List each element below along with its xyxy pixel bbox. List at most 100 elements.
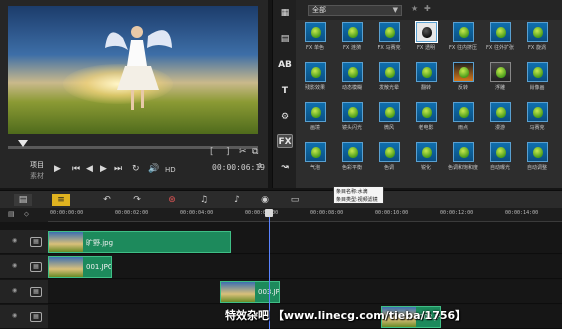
effect-thumbnail[interactable] <box>342 142 363 162</box>
effect-thumbnail[interactable] <box>490 62 511 82</box>
effect-thumbnail[interactable] <box>453 102 474 122</box>
favorite-star-icon[interactable]: ★ <box>411 4 418 13</box>
scrub-bar[interactable] <box>8 140 258 150</box>
overlay-track-icon[interactable]: ▦ <box>30 312 42 322</box>
auto-music-icon[interactable]: ♪ <box>230 194 244 206</box>
effect-icon <box>422 107 432 118</box>
overlay-track-icon[interactable]: ▦ <box>30 287 42 297</box>
category-dropdown[interactable]: 全部 ▼ <box>308 5 402 16</box>
scrub-handle[interactable] <box>18 140 28 147</box>
timeline-clip[interactable]: 003.JPG <box>220 281 280 303</box>
track-lane[interactable] <box>48 255 562 279</box>
redo-icon[interactable]: ↷ <box>130 194 144 206</box>
effect-thumbnail[interactable] <box>305 62 326 82</box>
effect-icon <box>533 107 543 118</box>
home-icon[interactable]: ⏮ <box>72 164 80 174</box>
effect-thumbnail[interactable] <box>342 102 363 122</box>
effect-label: FX 往内挤压 <box>449 45 477 51</box>
effect-thumbnail[interactable] <box>527 62 548 82</box>
effect-thumbnail[interactable] <box>379 102 400 122</box>
effect-thumbnail[interactable] <box>453 62 474 82</box>
track-visibility-icon[interactable]: ◉ <box>12 262 17 269</box>
mark-out-button[interactable]: ] <box>226 147 230 157</box>
track-lane[interactable] <box>48 280 562 304</box>
filter-fx-icon[interactable]: FX <box>277 134 293 148</box>
add-chapter-icon[interactable]: ⬦ <box>24 210 29 219</box>
effect-thumbnail[interactable] <box>305 22 326 42</box>
track-header[interactable]: ▦ ◉ <box>0 255 48 279</box>
timeline-clip[interactable]: 旷野.jpg <box>48 231 231 253</box>
track-header[interactable]: ▦ ◉ <box>0 230 48 254</box>
effect-thumbnail[interactable] <box>342 62 363 82</box>
clip-thumbnail <box>49 232 83 252</box>
play-icon[interactable]: ▶ <box>54 164 61 174</box>
transition-icon[interactable]: AB <box>277 58 293 72</box>
effect-thumbnail[interactable] <box>379 62 400 82</box>
playhead-handle[interactable] <box>265 209 273 217</box>
effect-label: 自动曝光 <box>489 165 510 171</box>
hd-toggle[interactable]: HD <box>165 166 176 174</box>
timeline-view-icon[interactable]: ≡ <box>52 194 70 206</box>
track-header[interactable]: ▦ ◉ <box>0 305 48 329</box>
effect-thumbnail[interactable] <box>527 22 548 42</box>
track-manager-icon[interactable]: ▤ <box>8 210 15 218</box>
track-header[interactable]: ▦ ◉ <box>0 280 48 304</box>
title-icon[interactable]: T <box>277 84 293 98</box>
effect-thumbnail[interactable] <box>415 21 438 43</box>
volume-icon[interactable]: 🔊 <box>148 164 159 174</box>
prev-frame-icon[interactable]: ◀ <box>86 164 93 174</box>
effect-icon <box>496 107 506 118</box>
effect-thumbnail[interactable] <box>416 102 437 122</box>
effect-thumbnail[interactable] <box>490 142 511 162</box>
copy-icon[interactable]: ⧉ <box>252 147 258 157</box>
timecode-stepper-icon[interactable]: ⇕ <box>257 162 263 170</box>
undo-icon[interactable]: ↶ <box>100 194 114 206</box>
overlay-track-icon[interactable]: ▦ <box>30 262 42 272</box>
timeline-ruler[interactable]: 00:00:00:00 00:00:02:00 00:00:04:00 00:00:0… <box>48 208 562 222</box>
mode-clip-label[interactable]: 素材 <box>30 171 44 181</box>
mark-in-button[interactable]: [ <box>210 147 214 157</box>
sound-mixer-icon[interactable]: ♫ <box>197 194 211 206</box>
effect-thumbnail[interactable] <box>453 142 474 162</box>
effect-thumbnail[interactable] <box>453 22 474 42</box>
effect-thumbnail[interactable] <box>305 142 326 162</box>
effect-label: 画境 <box>309 125 320 131</box>
effect-thumbnail[interactable] <box>527 102 548 122</box>
next-frame-icon[interactable]: ▶ <box>100 164 107 174</box>
subtitle-editor-icon[interactable]: ▭ <box>288 194 302 206</box>
effect-thumbnail[interactable] <box>527 142 548 162</box>
effect-icon <box>385 67 395 78</box>
effect-thumbnail[interactable] <box>342 22 363 42</box>
video-track-icon[interactable]: ▦ <box>30 237 42 247</box>
mode-project-label[interactable]: 项目 <box>30 160 44 170</box>
effect-icon <box>385 27 395 38</box>
effect-thumbnail[interactable] <box>416 62 437 82</box>
preview-window[interactable] <box>8 6 258 134</box>
record-capture-icon[interactable]: ⊛ <box>165 194 179 206</box>
timeline-clip[interactable]: 001.JPG <box>48 256 112 278</box>
cut-icon[interactable]: ✂ <box>239 147 247 157</box>
graphic-icon[interactable]: ⚙ <box>277 110 293 124</box>
end-icon[interactable]: ⏭ <box>114 164 122 174</box>
track-visibility-icon[interactable]: ◉ <box>12 312 17 319</box>
add-favorite-icon[interactable]: ✚ <box>424 4 431 13</box>
storyboard-view-icon[interactable]: ▤ <box>14 194 32 206</box>
effect-thumbnail[interactable] <box>416 142 437 162</box>
effect-label: 残影效果 <box>304 85 325 91</box>
effect-thumbnail[interactable] <box>490 22 511 42</box>
effect-thumbnail[interactable] <box>305 102 326 122</box>
effect-thumbnail[interactable] <box>379 142 400 162</box>
track-visibility-icon[interactable]: ◉ <box>12 287 17 294</box>
repeat-icon[interactable]: ↻ <box>132 164 140 174</box>
effect-thumbnail[interactable] <box>379 22 400 42</box>
path-icon[interactable]: ↝ <box>277 160 293 174</box>
effect-label: 自动调整 <box>526 165 547 171</box>
instant-project-icon[interactable]: ▤ <box>277 32 293 46</box>
motion-tracking-icon[interactable]: ◉ <box>258 194 272 206</box>
track-visibility-icon[interactable]: ◉ <box>12 237 17 244</box>
effect-icon <box>459 67 469 78</box>
effect-label: 微风 <box>383 125 394 131</box>
media-icon[interactable]: ▦ <box>277 6 293 20</box>
effect-thumbnail[interactable] <box>490 102 511 122</box>
scrub-track[interactable] <box>8 146 258 149</box>
